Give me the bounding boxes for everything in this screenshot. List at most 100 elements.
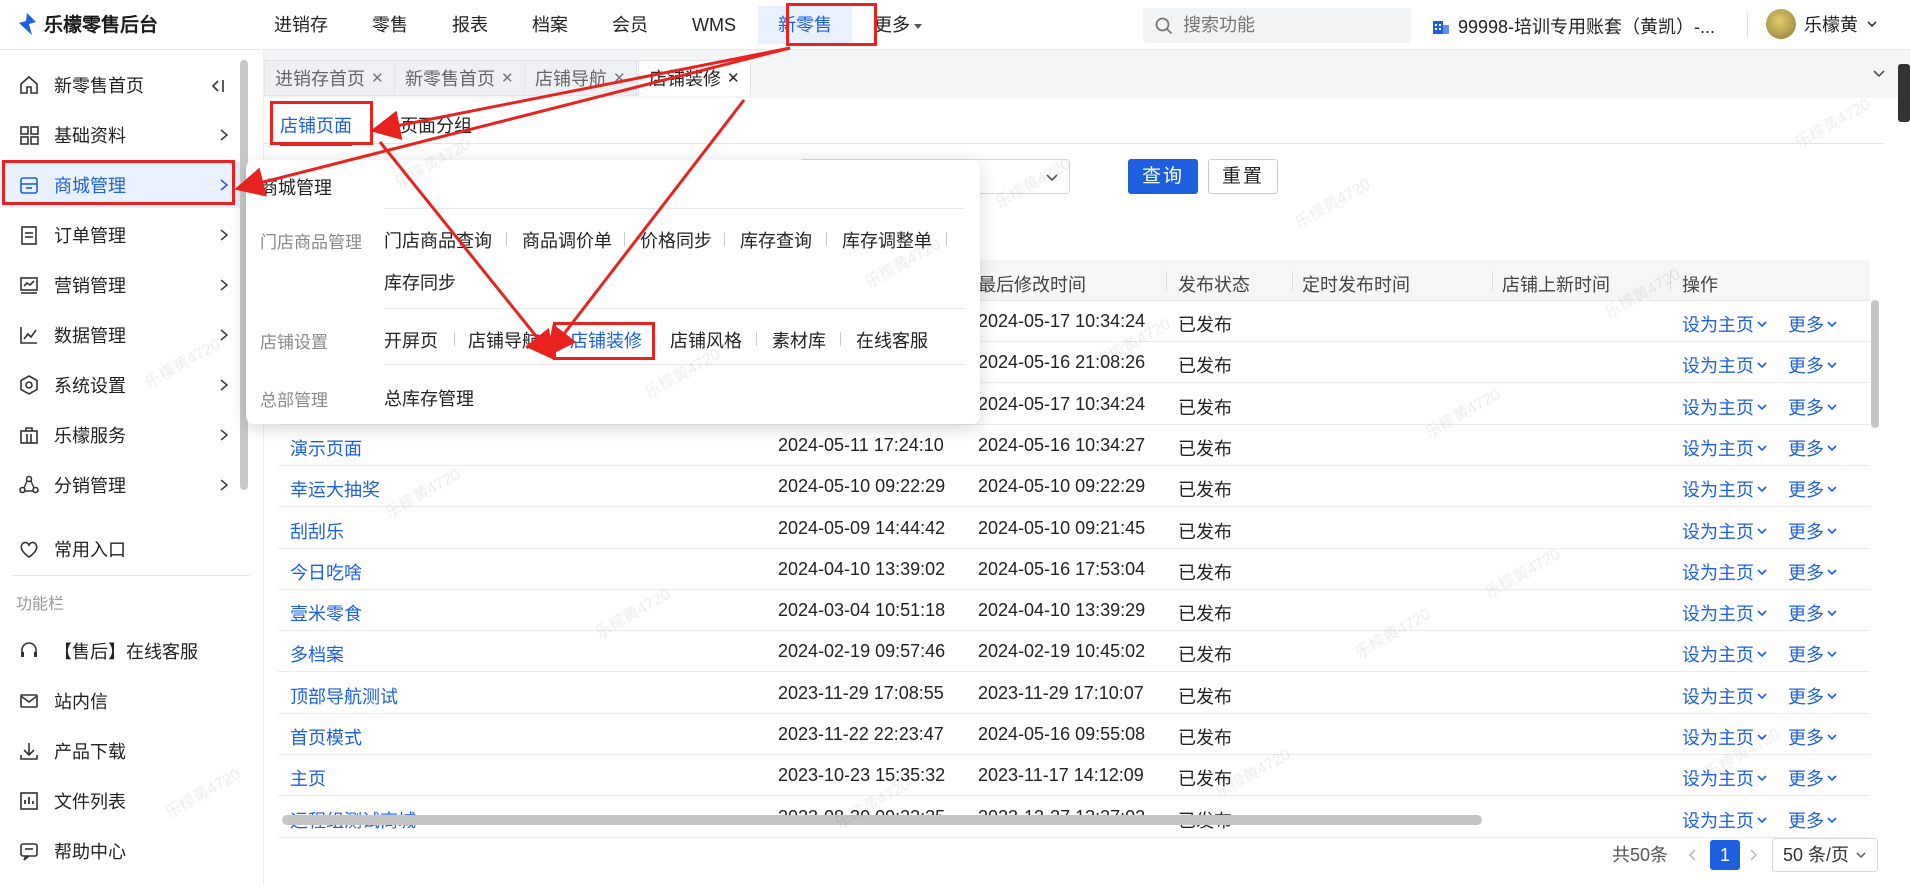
set-home-action[interactable]: 设为主页 [1682, 559, 1768, 585]
menu-item-price-adjust[interactable]: 商品调价单 [522, 227, 612, 253]
set-home-action[interactable]: 设为主页 [1682, 807, 1768, 833]
chevron-left-icon[interactable] [1686, 847, 1698, 863]
more-action[interactable]: 更多 [1788, 641, 1838, 667]
set-home-action[interactable]: 设为主页 [1682, 765, 1768, 791]
chevron-down-icon [1827, 693, 1837, 699]
sidebar-item-system-settings[interactable]: 系统设置 [0, 362, 256, 408]
nav-item-retail[interactable]: 零售 [350, 0, 430, 50]
vertical-scrollbar[interactable] [1871, 300, 1879, 428]
set-home-action[interactable]: 设为主页 [1682, 435, 1768, 461]
more-action[interactable]: 更多 [1788, 394, 1838, 420]
nav-item-archives[interactable]: 档案 [510, 0, 590, 50]
chevron-down-icon [1827, 321, 1837, 328]
chevron-down-icon [1856, 852, 1866, 859]
menu-item-store-style[interactable]: 店铺风格 [670, 327, 742, 353]
menu-item-store-navigation[interactable]: 店铺导航 [468, 327, 540, 353]
more-action[interactable]: 更多 [1788, 600, 1838, 626]
menu-item-stock-sync[interactable]: 库存同步 [384, 269, 456, 295]
set-home-action[interactable]: 设为主页 [1682, 600, 1768, 626]
more-action[interactable]: 更多 [1788, 683, 1838, 709]
close-icon[interactable]: ✕ [501, 69, 514, 87]
chevron-down-icon[interactable] [1872, 66, 1886, 80]
page-name-link[interactable]: 刮刮乐 [290, 518, 344, 544]
app-logo[interactable]: 乐檬零售后台 [16, 10, 158, 37]
page-name-link[interactable]: 幸运大抽奖 [290, 476, 380, 502]
sidebar-item-order-management[interactable]: 订单管理 [0, 212, 256, 258]
tab-store-decoration[interactable]: 店铺装修 ✕ [638, 60, 751, 96]
page-name-link[interactable]: 今日吃啥 [290, 559, 362, 585]
set-home-action[interactable]: 设为主页 [1682, 311, 1768, 337]
menu-item-store-product-query[interactable]: 门店商品查询 [384, 227, 492, 253]
menu-item-total-stock[interactable]: 总库存管理 [384, 385, 474, 411]
page-name-link[interactable]: 多档案 [290, 641, 344, 667]
page-name-link[interactable]: 首页模式 [290, 724, 362, 750]
more-action[interactable]: 更多 [1788, 724, 1838, 750]
menu-item-stock-adjust[interactable]: 库存调整单 [842, 227, 932, 253]
menu-item-stock-query[interactable]: 库存查询 [740, 227, 812, 253]
tab-store-navigation[interactable]: 店铺导航 ✕ [524, 60, 637, 96]
set-home-action[interactable]: 设为主页 [1682, 518, 1768, 544]
sidebar-item-marketing[interactable]: 营销管理 [0, 262, 256, 308]
function-product-download[interactable]: 产品下载 [0, 728, 256, 774]
function-file-list[interactable]: 文件列表 [0, 778, 256, 824]
set-home-action[interactable]: 设为主页 [1682, 476, 1768, 502]
more-action[interactable]: 更多 [1788, 559, 1838, 585]
reset-button[interactable]: 重置 [1208, 159, 1278, 194]
chevron-down-icon [1827, 362, 1837, 369]
tab-inventory-home[interactable]: 进销存首页 ✕ [264, 60, 395, 96]
query-button[interactable]: 查询 [1128, 159, 1198, 194]
menu-item-splash-page[interactable]: 开屏页 [384, 327, 438, 353]
page-size-select[interactable]: 50 条/页 [1772, 838, 1878, 872]
publish-status: 已发布 [1178, 562, 1232, 583]
search-box[interactable] [1143, 8, 1411, 43]
set-home-action[interactable]: 设为主页 [1682, 352, 1768, 378]
sidebar-item-data-management[interactable]: 数据管理 [0, 312, 256, 358]
page-name-link[interactable]: 壹米零食 [290, 600, 362, 626]
more-action[interactable]: 更多 [1788, 435, 1838, 461]
divider [454, 332, 455, 346]
chevron-right-icon[interactable] [1748, 847, 1760, 863]
page-name-link[interactable]: 主页 [290, 765, 326, 791]
user-menu[interactable]: 乐檬黄 [1766, 9, 1878, 39]
sidebar-common-entry[interactable]: 常用入口 [0, 526, 256, 572]
set-home-action[interactable]: 设为主页 [1682, 683, 1768, 709]
search-input[interactable] [1183, 15, 1383, 36]
page-number-current[interactable]: 1 [1710, 840, 1740, 870]
nav-item-wms[interactable]: WMS [670, 0, 758, 50]
set-home-action[interactable]: 设为主页 [1682, 394, 1768, 420]
sidebar-item-distribution[interactable]: 分销管理 [0, 462, 256, 508]
sidebar-item-new-retail-home[interactable]: 新零售首页 [0, 62, 256, 108]
nav-item-members[interactable]: 会员 [590, 0, 670, 50]
nav-item-reports[interactable]: 报表 [430, 0, 510, 50]
home-icon [20, 75, 38, 94]
set-home-action[interactable]: 设为主页 [1682, 641, 1768, 667]
sidebar-item-lemeng-service[interactable]: 乐檬服务 [0, 412, 256, 458]
chevron-right-icon [220, 279, 229, 291]
function-help-center[interactable]: 帮助中心 [0, 828, 256, 874]
menu-item-material-library[interactable]: 素材库 [772, 327, 826, 353]
account-switcher[interactable]: 99998-培训专用账套（黄凯）-... [1432, 13, 1715, 39]
more-action[interactable]: 更多 [1788, 807, 1838, 833]
close-icon[interactable]: ✕ [613, 69, 626, 87]
menu-item-price-sync[interactable]: 价格同步 [640, 227, 712, 253]
horizontal-scrollbar[interactable] [282, 815, 1482, 825]
close-icon[interactable]: ✕ [371, 69, 384, 87]
nav-item-inventory[interactable]: 进销存 [252, 0, 350, 50]
more-action[interactable]: 更多 [1788, 476, 1838, 502]
more-action[interactable]: 更多 [1788, 518, 1838, 544]
more-action[interactable]: 更多 [1788, 311, 1838, 337]
more-action[interactable]: 更多 [1788, 352, 1838, 378]
page-name-link[interactable]: 演示页面 [290, 435, 362, 461]
collapse-icon[interactable] [208, 78, 226, 94]
page-name-link[interactable]: 顶部导航测试 [290, 683, 398, 709]
table-row: 今日吃啥 2024-04-10 13:39:02 2024-05-16 17:53:… [278, 549, 1870, 590]
set-home-action[interactable]: 设为主页 [1682, 724, 1768, 750]
function-online-service[interactable]: 【售后】在线客服 [0, 628, 256, 674]
more-action[interactable]: 更多 [1788, 765, 1838, 791]
menu-item-online-service[interactable]: 在线客服 [856, 327, 928, 353]
close-icon[interactable]: ✕ [727, 69, 740, 87]
function-internal-mail[interactable]: 站内信 [0, 678, 256, 724]
subtab-page-groups[interactable]: 页面分组 [400, 112, 472, 138]
sidebar-item-basic-data[interactable]: 基础资料 [0, 112, 256, 158]
tab-new-retail-home[interactable]: 新零售首页 ✕ [394, 60, 525, 96]
